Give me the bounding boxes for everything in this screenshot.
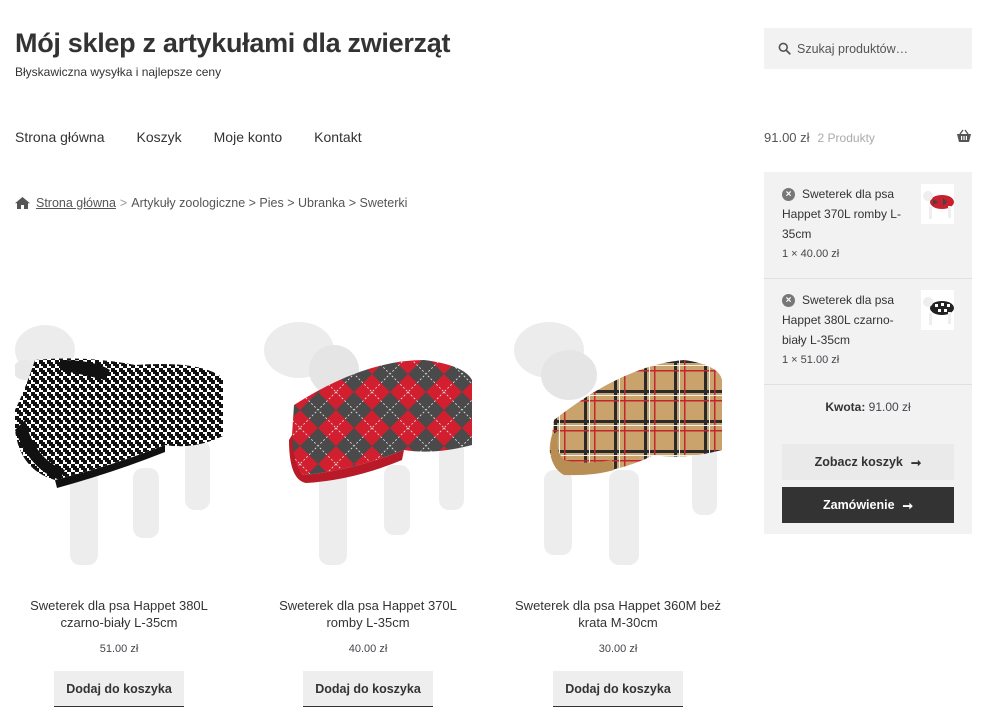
add-to-cart-button[interactable]: Dodaj do koszyka: [553, 671, 683, 707]
mini-cart-item: × Sweterek dla psa Happet 370L romby L-3…: [764, 172, 972, 279]
nav-item-cart[interactable]: Koszyk: [137, 129, 182, 145]
product-image-red-argyle-sweater[interactable]: [264, 320, 472, 570]
mini-cart-total-label: Kwota:: [825, 400, 866, 414]
checkout-label: Zamówienie: [822, 498, 895, 512]
product-price: 30.00 zł: [598, 643, 638, 655]
product-image-houndstooth-sweater[interactable]: [13, 320, 225, 570]
cart-amount: 91.00 zł: [764, 130, 810, 145]
nav-item-contact[interactable]: Kontakt: [314, 129, 361, 145]
mini-cart-item: × Sweterek dla psa Happet 380L czarno-bi…: [764, 279, 972, 385]
breadcrumb-path: Artykuły zoologiczne > Pies > Ubranka > …: [131, 196, 408, 210]
product-title[interactable]: Sweterek dla psa Happet 370L romby L-35c…: [264, 597, 472, 631]
view-cart-button[interactable]: Zobacz koszyk ➞: [782, 444, 954, 480]
header-cart[interactable]: 91.00 zł 2 Produkty: [764, 129, 972, 145]
product-card: Sweterek dla psa Happet 370L romby L-35c…: [264, 320, 472, 707]
breadcrumb-separator: >: [119, 196, 128, 210]
mini-cart-item-name[interactable]: Sweterek dla psa Happet 380L czarno-biał…: [782, 290, 917, 350]
nav-item-account[interactable]: Moje konto: [214, 129, 282, 145]
search-input[interactable]: [797, 41, 967, 56]
view-cart-label: Zobacz koszyk: [814, 455, 903, 469]
product-price: 40.00 zł: [348, 643, 388, 655]
arrow-right-icon: ➞: [902, 498, 914, 513]
add-to-cart-button[interactable]: Dodaj do koszyka: [303, 671, 433, 707]
basket-icon: [957, 129, 971, 142]
mini-cart-item-name[interactable]: Sweterek dla psa Happet 370L romby L-35c…: [782, 184, 917, 244]
product-price: 51.00 zł: [99, 643, 139, 655]
mini-cart-total: Kwota: 91.00 zł: [764, 400, 972, 414]
breadcrumb-home-link[interactable]: Strona główna: [36, 196, 116, 210]
primary-nav: Strona główna Koszyk Moje konto Kontakt: [15, 129, 394, 145]
site-tagline: Błyskawiczna wysyłka i najlepsze ceny: [15, 65, 222, 79]
home-icon: [15, 197, 30, 209]
mini-cart-item-qty: 1 × 51.00 zł: [782, 354, 840, 366]
site-title[interactable]: Mój sklep z artykułami dla zwierząt: [15, 28, 450, 59]
add-to-cart-button[interactable]: Dodaj do koszyka: [54, 671, 184, 707]
product-title[interactable]: Sweterek dla psa Happet 380L czarno-biał…: [15, 597, 223, 631]
product-thumbnail-red-argyle[interactable]: [921, 184, 954, 224]
product-image-beige-plaid-sweater[interactable]: [514, 320, 722, 570]
product-card: Sweterek dla psa Happet 380L czarno-biał…: [13, 320, 225, 707]
nav-item-home[interactable]: Strona główna: [15, 129, 105, 145]
checkout-button[interactable]: Zamówienie ➞: [782, 487, 954, 523]
breadcrumb: Strona główna > Artykuły zoologiczne > P…: [15, 196, 407, 210]
product-card: Sweterek dla psa Happet 360M beż krata M…: [514, 320, 722, 707]
mini-cart-total-value: 91.00 zł: [868, 400, 911, 414]
arrow-right-icon: ➞: [910, 455, 922, 470]
search-icon: [778, 42, 791, 55]
product-thumbnail-houndstooth[interactable]: [921, 290, 954, 330]
product-title[interactable]: Sweterek dla psa Happet 360M beż krata M…: [514, 597, 722, 631]
search-box[interactable]: [764, 28, 972, 69]
mini-cart-panel: × Sweterek dla psa Happet 370L romby L-3…: [764, 172, 972, 534]
cart-count: 2 Produkty: [817, 130, 875, 145]
mini-cart-item-qty: 1 × 40.00 zł: [782, 248, 840, 260]
